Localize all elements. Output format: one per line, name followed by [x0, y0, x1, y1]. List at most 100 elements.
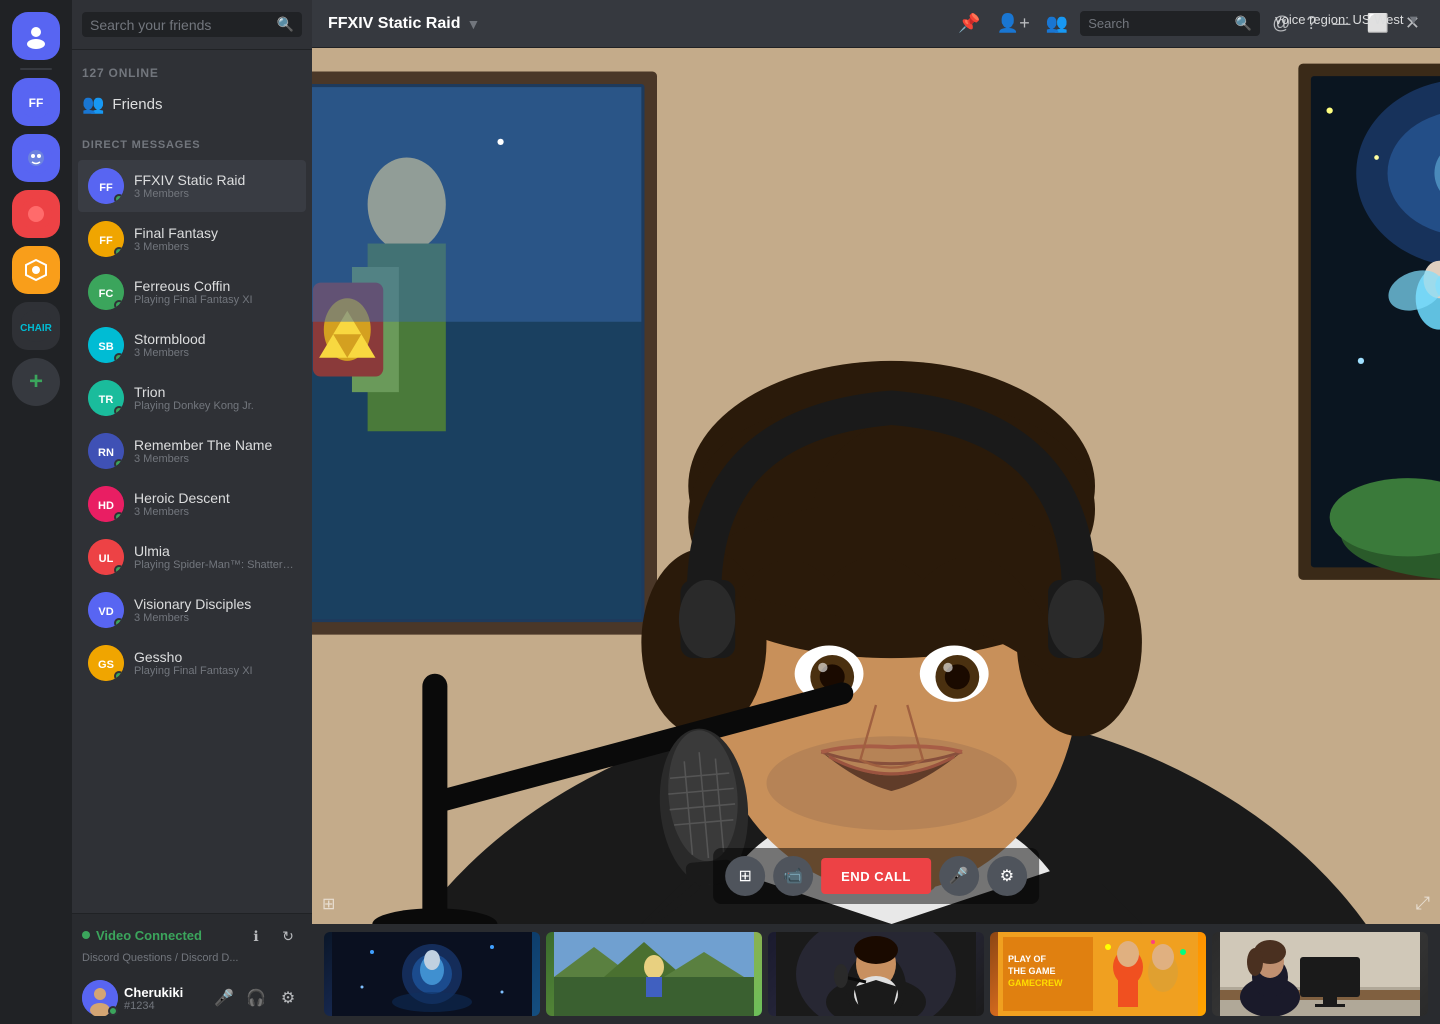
- members-button[interactable]: 👥: [1042, 9, 1072, 38]
- dm-info-7: UlmiaPlaying Spider-Man™: Shattered Dime…: [134, 543, 296, 571]
- server-sidebar: FF CHAIR +: [0, 0, 72, 1024]
- thumbnail-5[interactable]: [1212, 932, 1428, 1016]
- server-icon-home[interactable]: [12, 12, 60, 60]
- dm-avatar-9: GS: [88, 645, 124, 681]
- vc-info-button[interactable]: ℹ: [242, 922, 270, 950]
- dm-sidebar: 🔍 127 ONLINE 👥 Friends DIRECT MESSAGES F…: [72, 0, 312, 1024]
- mic-button[interactable]: 🎤: [210, 984, 238, 1012]
- svg-text:GAMECREW: GAMECREW: [1008, 978, 1063, 988]
- server-icon-2[interactable]: [12, 134, 60, 182]
- dm-item-gessho[interactable]: GSGesshoPlaying Final Fantasy XI: [78, 637, 306, 689]
- dm-status-2: Playing Final Fantasy XI: [134, 294, 296, 306]
- server-icon-5[interactable]: CHAIR: [12, 302, 60, 350]
- thumbnail-4[interactable]: PLAY OF THE GAME GAMECREW: [990, 932, 1206, 1016]
- status-dot-1: [114, 247, 124, 257]
- dm-item-visionary-disciples[interactable]: VDVisionary Disciples3 Members: [78, 584, 306, 636]
- add-server-button[interactable]: +: [12, 358, 60, 406]
- dm-avatar-0: FF: [88, 168, 124, 204]
- svg-text:SB: SB: [98, 341, 113, 353]
- svg-text:FF: FF: [99, 235, 113, 247]
- status-dot-5: [114, 459, 124, 469]
- thumbnail-strip: PLAY OF THE GAME GAMECREW: [312, 924, 1440, 1024]
- svg-text:UL: UL: [99, 553, 114, 565]
- search-wrapper[interactable]: 🔍: [82, 12, 302, 37]
- user-status-dot: [108, 1006, 118, 1016]
- status-dot-6: [114, 512, 124, 522]
- dm-item-heroic-descent[interactable]: HD Heroic Descent3 Members: [78, 478, 306, 530]
- status-dot-7: [114, 565, 124, 575]
- voice-region-label: voice region:: [1275, 12, 1349, 27]
- dm-avatar-6: HD: [88, 486, 124, 522]
- dm-status-8: 3 Members: [134, 612, 296, 624]
- dm-item-remember-the-name[interactable]: RNRemember The Name3 Members: [78, 425, 306, 477]
- dm-status-1: 3 Members: [134, 241, 296, 253]
- main-content: FFXIV Static Raid ▼ 📌 👤+ 👥 🔍 @ ? — ⬜ ✕ v…: [312, 0, 1440, 1024]
- svg-text:FF: FF: [99, 182, 113, 194]
- vc-channel-info: Discord Questions / Discord D...: [82, 952, 302, 964]
- add-member-button[interactable]: 👤+: [993, 9, 1034, 38]
- expand-button[interactable]: ⤢: [1416, 893, 1430, 914]
- search-friends-icon: 🔍: [277, 16, 294, 33]
- settings-call-button[interactable]: ⚙: [987, 856, 1027, 896]
- dm-info-5: Remember The Name3 Members: [134, 437, 296, 465]
- video-toggle-button[interactable]: 📹: [773, 856, 813, 896]
- channel-dropdown-icon[interactable]: ▼: [466, 16, 480, 32]
- thumbnail-2[interactable]: [546, 932, 762, 1016]
- pin-button[interactable]: 📌: [954, 9, 984, 38]
- svg-text:FC: FC: [99, 288, 114, 300]
- dm-item-ffxiv-static-raid[interactable]: FFFFXIV Static Raid3 Members✕: [78, 160, 306, 212]
- top-search-input[interactable]: [1088, 16, 1229, 31]
- dm-name-3: Stormblood: [134, 331, 296, 347]
- dm-item-trion[interactable]: TR TrionPlaying Donkey Kong Jr.: [78, 372, 306, 424]
- dm-avatar-3: SB: [88, 327, 124, 363]
- svg-text:TR: TR: [99, 394, 114, 406]
- status-dot-0: [114, 194, 124, 204]
- dm-item-final-fantasy[interactable]: FFFinal Fantasy3 Members: [78, 213, 306, 265]
- vc-refresh-button[interactable]: ↻: [274, 922, 302, 950]
- settings-button[interactable]: ⚙: [274, 984, 302, 1012]
- dm-section-label: DIRECT MESSAGES: [72, 123, 312, 155]
- user-bar-controls: 🎤 🎧 ⚙: [210, 984, 302, 1012]
- dm-item-stormblood[interactable]: SB Stormblood3 Members: [78, 319, 306, 371]
- dm-info-6: Heroic Descent3 Members: [134, 490, 296, 518]
- search-friends-input[interactable]: [90, 17, 271, 33]
- dm-avatar-2: FC: [88, 274, 124, 310]
- user-bar-name: Cherukiki: [124, 985, 204, 1000]
- dm-name-7: Ulmia: [134, 543, 296, 559]
- voice-region-chevron[interactable]: ▼: [1407, 12, 1420, 27]
- status-dot-8: [114, 618, 124, 628]
- svg-text:VD: VD: [98, 606, 113, 618]
- grid-button[interactable]: ⊞: [322, 894, 335, 914]
- server-icon-1[interactable]: FF: [12, 78, 60, 126]
- channel-name-text: FFXIV Static Raid: [328, 15, 460, 33]
- status-dot-9: [114, 671, 124, 681]
- headphones-button[interactable]: 🎧: [242, 984, 270, 1012]
- thumbnail-1[interactable]: [324, 932, 540, 1016]
- user-bar: Cherukiki #1234 🎤 🎧 ⚙: [72, 972, 312, 1024]
- friends-nav-item[interactable]: 👥 Friends: [72, 86, 312, 123]
- dm-item-ulmia[interactable]: UL UlmiaPlaying Spider-Man™: Shattered Di…: [78, 531, 306, 583]
- dm-status-6: 3 Members: [134, 506, 296, 518]
- top-search-wrapper[interactable]: 🔍: [1080, 11, 1260, 36]
- dm-info-0: FFXIV Static Raid3 Members: [134, 172, 296, 200]
- server-icon-3[interactable]: [12, 190, 60, 238]
- dm-avatar-1: FF: [88, 221, 124, 257]
- end-call-button[interactable]: END CALL: [821, 858, 931, 894]
- dm-status-4: Playing Donkey Kong Jr.: [134, 400, 296, 412]
- dm-item-ferreous-coffin[interactable]: FCFerreous CoffinPlaying Final Fantasy X…: [78, 266, 306, 318]
- server-icon-4[interactable]: [12, 246, 60, 294]
- server-divider: [20, 68, 52, 70]
- video-connected-label: Video Connected: [96, 928, 202, 943]
- voice-region: voice region: US West ▼: [1275, 12, 1420, 27]
- dm-info-4: TrionPlaying Donkey Kong Jr.: [134, 384, 296, 412]
- channel-title: FFXIV Static Raid ▼: [328, 15, 480, 33]
- svg-text:CHAIR: CHAIR: [20, 323, 52, 334]
- mute-button[interactable]: 🎤: [939, 856, 979, 896]
- friends-label: Friends: [112, 96, 162, 113]
- grid-view-button[interactable]: ⊞: [725, 856, 765, 896]
- friends-icon: 👥: [82, 94, 104, 115]
- thumbnail-3[interactable]: [768, 932, 984, 1016]
- dm-name-6: Heroic Descent: [134, 490, 296, 506]
- top-search-icon: 🔍: [1235, 15, 1252, 32]
- dm-info-3: Stormblood3 Members: [134, 331, 296, 359]
